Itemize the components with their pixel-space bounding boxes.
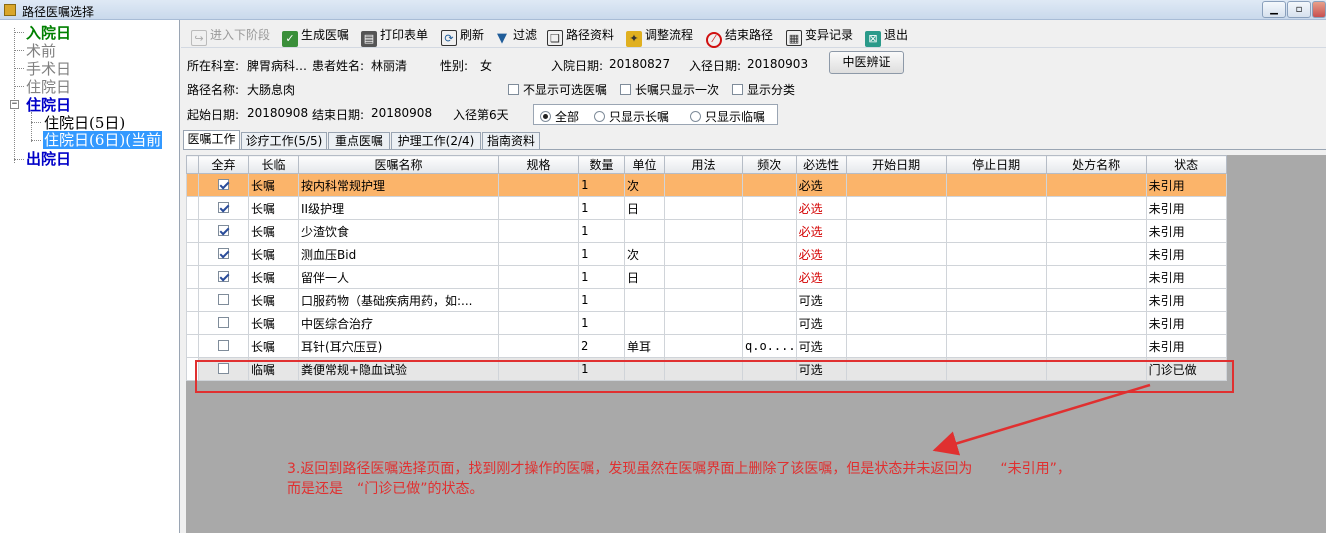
annotation-arrow-icon [932,383,1151,456]
annotation-line-1: 3.返回到路径医嘱选择页面，找到刚才操作的医嘱，发现虽然在医嘱界面上删除了该医嘱… [287,461,1071,477]
annotation-line-2: 而是还是 “门诊已做”的状态。 [287,481,484,497]
annotation-note: 3.返回到路径医嘱选择页面，找到刚才操作的医嘱，发现虽然在医嘱界面上删除了该医嘱… [287,459,1207,499]
